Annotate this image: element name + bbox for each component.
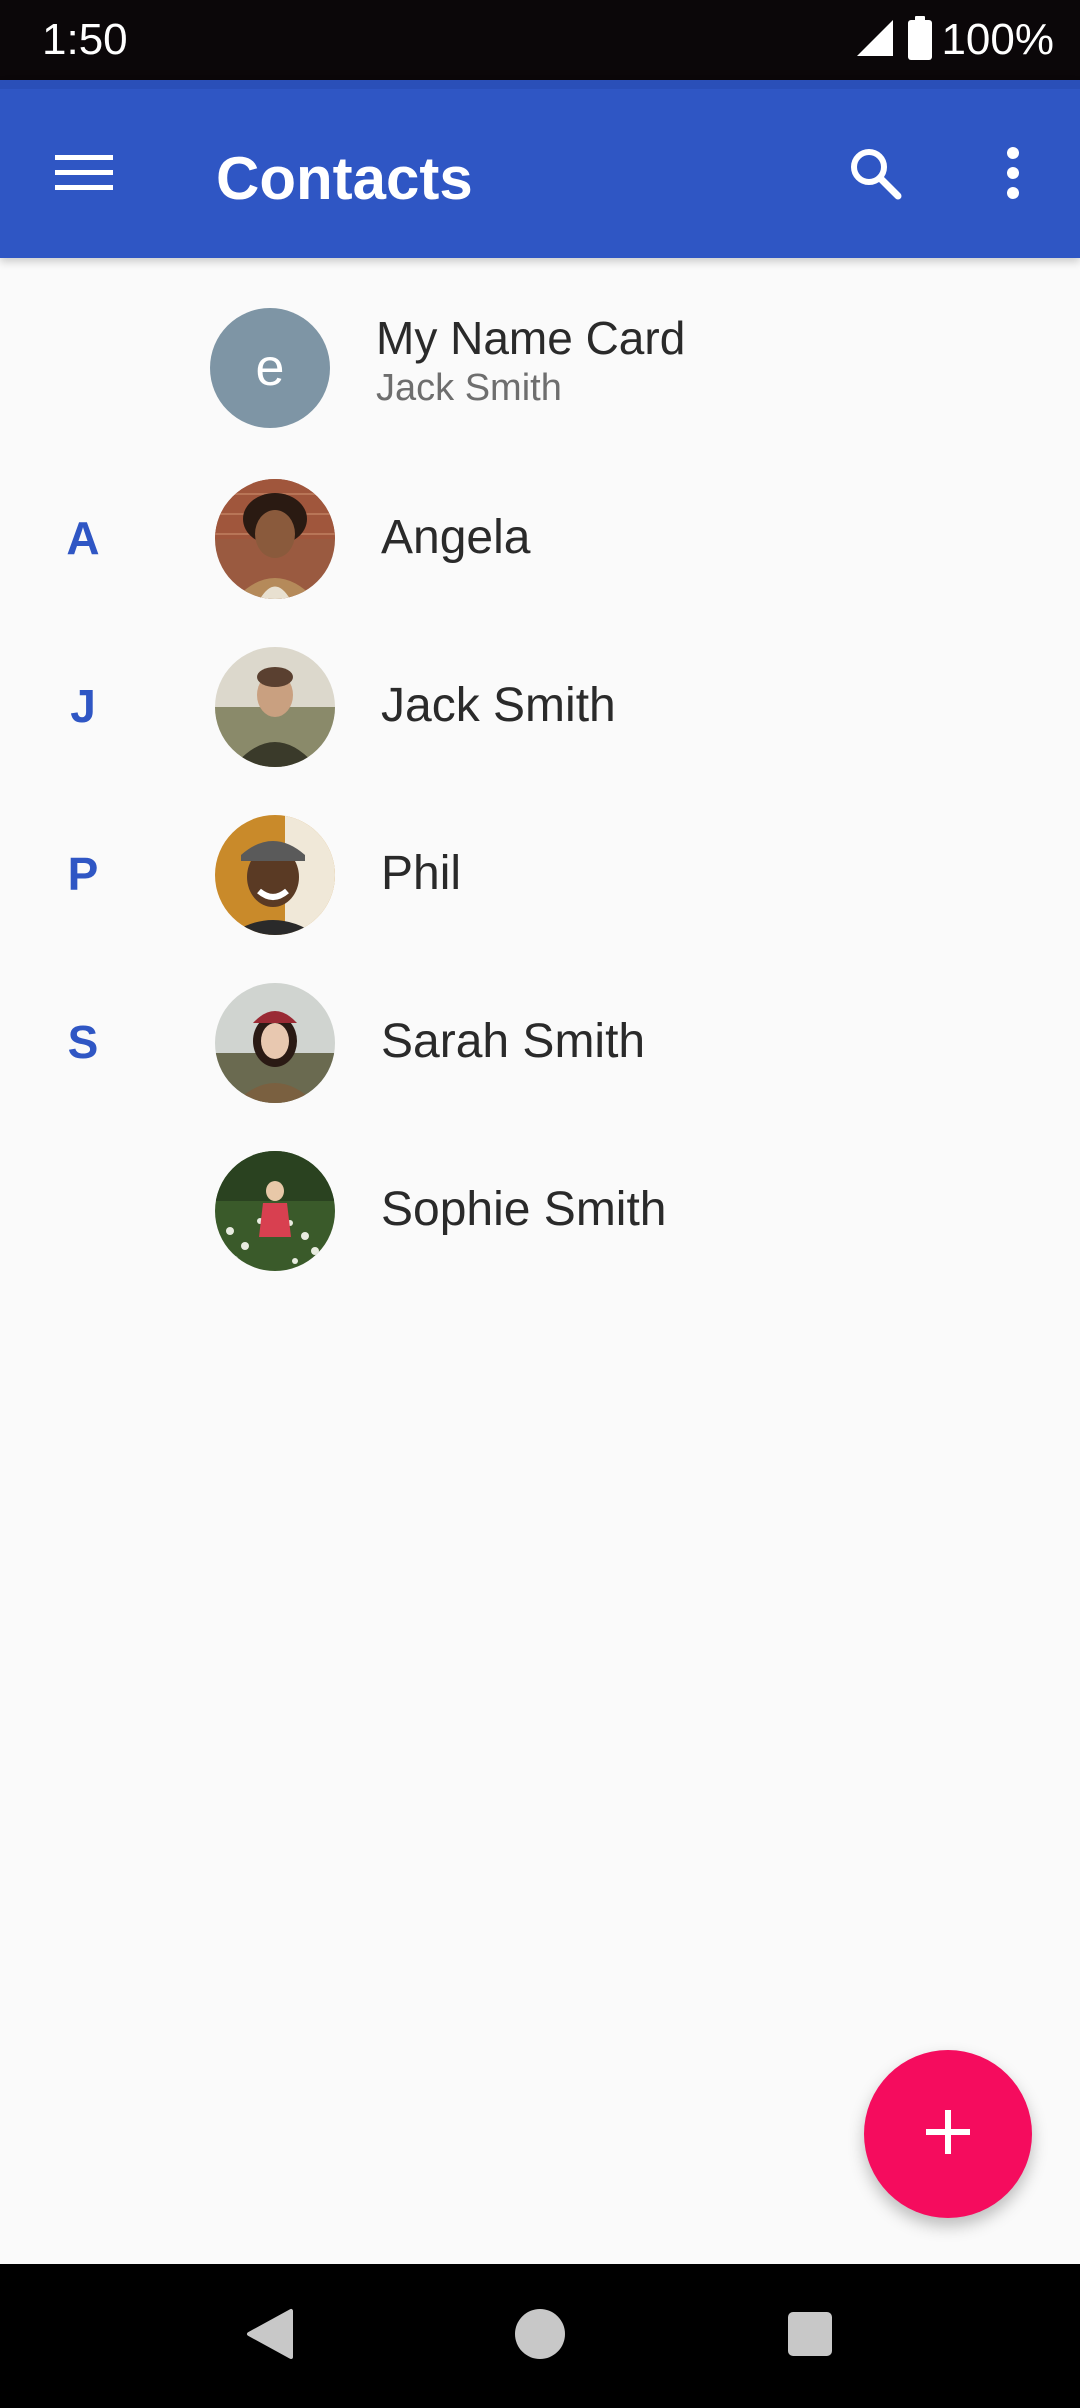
more-options-button[interactable] (978, 135, 1048, 215)
recents-icon (786, 2310, 834, 2363)
contact-photo (215, 983, 335, 1103)
name-card-title: My Name Card (376, 312, 686, 364)
name-card-subtitle: Jack Smith (376, 367, 562, 409)
contact-row-angela[interactable]: A Angela (0, 454, 1080, 622)
contact-row-jack-smith[interactable]: J Jack Smith (0, 622, 1080, 790)
search-icon (848, 146, 902, 205)
status-bar: 1:50 100% (0, 0, 1080, 80)
menu-button[interactable] (34, 135, 134, 215)
back-icon (245, 2307, 295, 2366)
contact-row-phil[interactable]: P Phil (0, 790, 1080, 958)
section-letter: P (67, 848, 99, 900)
search-button[interactable] (830, 135, 920, 215)
section-letter (40, 1126, 126, 1294)
section-letter: S (67, 1016, 99, 1068)
my-name-card[interactable]: e My Name Card Jack Smith (0, 290, 1080, 450)
contact-row-sophie-smith[interactable]: Sophie Smith (0, 1126, 1080, 1294)
app-bar: Contacts (0, 80, 1080, 258)
battery-percent: 100% (941, 15, 1054, 64)
battery-icon (907, 15, 933, 65)
contact-photo (215, 647, 335, 767)
contact-row-sarah-smith[interactable]: S Sarah Smith (0, 958, 1080, 1126)
contact-name: Sarah Smith (381, 1015, 646, 1068)
section-letter: J (70, 680, 96, 732)
menu-icon (55, 153, 113, 198)
status-icons: 100% (855, 14, 1054, 66)
contact-name: Phil (381, 847, 462, 900)
navigation-bar (0, 2264, 1080, 2408)
back-button[interactable] (230, 2300, 310, 2372)
recents-button[interactable] (770, 2300, 850, 2372)
contact-list: A Angela J Jack Smith P Phil S Sarah Smi… (0, 454, 1080, 1294)
signal-icon (855, 18, 895, 63)
more-vert-icon (1006, 146, 1020, 205)
contact-name: Sophie Smith (381, 1183, 667, 1236)
status-time: 1:50 (42, 15, 128, 64)
contact-name: Angela (381, 511, 531, 564)
add-icon (924, 2108, 972, 2161)
page-title: Contacts (216, 145, 473, 212)
contact-name: Jack Smith (381, 679, 616, 732)
section-letter: A (66, 512, 100, 564)
home-icon (513, 2307, 567, 2366)
contact-photo (215, 479, 335, 599)
home-button[interactable] (500, 2300, 580, 2372)
avatar: e (210, 308, 330, 428)
contact-photo (215, 1151, 335, 1271)
contact-photo (215, 815, 335, 935)
add-contact-button[interactable] (864, 2050, 1032, 2218)
